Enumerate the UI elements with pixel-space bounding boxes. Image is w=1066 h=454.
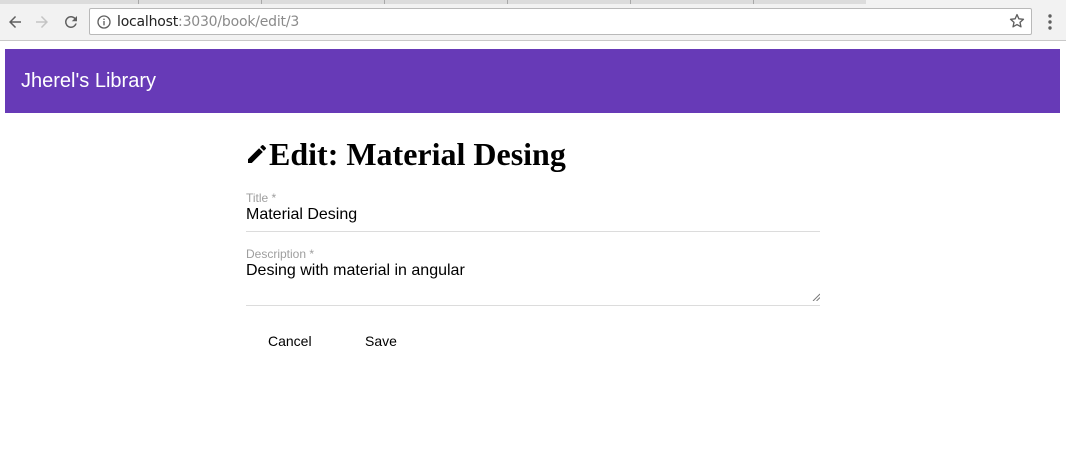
description-field[interactable]: Description * Desing with material in an… — [246, 247, 820, 306]
url-text[interactable]: localhost:3030/book/edit/3 — [117, 14, 299, 30]
page-title: Edit: Material Desing — [269, 136, 566, 172]
pencil-icon — [248, 144, 267, 163]
back-button[interactable] — [3, 10, 27, 34]
url-host: localhost — [117, 14, 179, 30]
app-title[interactable]: Jherel's Library — [21, 70, 156, 92]
description-label: Description * — [246, 247, 315, 261]
reload-icon — [64, 15, 77, 28]
title-input[interactable]: Material Desing — [246, 205, 820, 225]
page-heading: Edit: Material Desing — [245, 134, 566, 174]
reload-button[interactable] — [59, 10, 83, 34]
address-bar[interactable]: localhost:3030/book/edit/3 — [89, 8, 1032, 35]
title-underline — [246, 231, 820, 232]
browser-menu-button[interactable] — [1040, 12, 1060, 32]
description-textarea[interactable]: Desing with material in angular — [246, 261, 820, 281]
description-underline — [246, 305, 820, 306]
back-arrow-icon — [9, 16, 21, 28]
browser-toolbar: localhost:3030/book/edit/3 — [0, 4, 1066, 41]
app-toolbar: Jherel's Library — [5, 49, 1060, 113]
kebab-menu-icon — [1048, 14, 1052, 30]
save-button[interactable]: Save — [343, 327, 419, 355]
star-icon[interactable] — [1008, 12, 1026, 30]
forward-button[interactable] — [30, 10, 54, 34]
resize-handle-icon[interactable] — [812, 293, 820, 301]
info-icon[interactable] — [96, 14, 112, 30]
title-label: Title * — [246, 191, 277, 205]
cancel-button[interactable]: Cancel — [246, 327, 334, 355]
title-field[interactable]: Title * Material Desing — [246, 191, 820, 232]
forward-arrow-icon — [36, 16, 48, 28]
url-path: :3030/book/edit/3 — [178, 14, 300, 30]
